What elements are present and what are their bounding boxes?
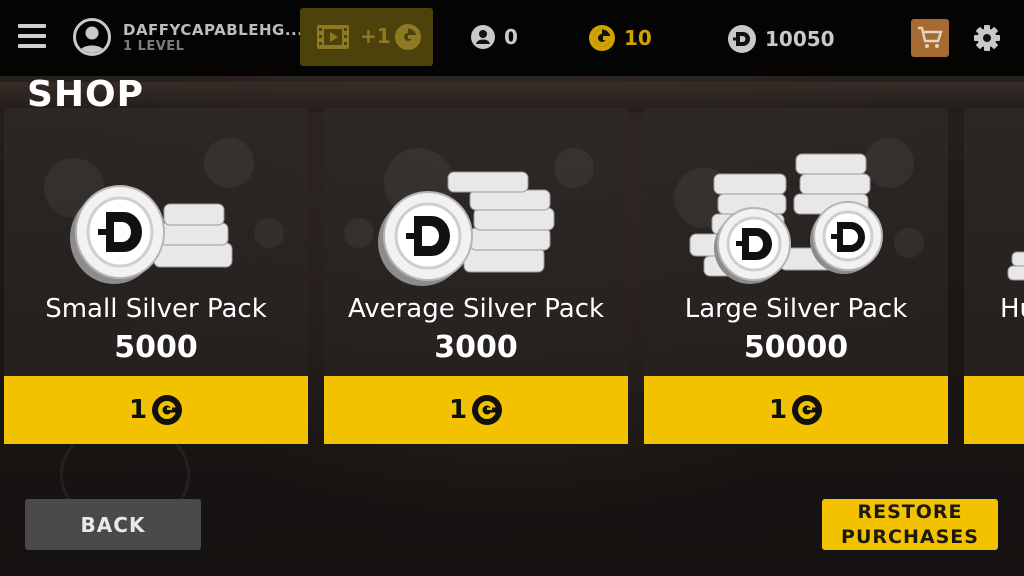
- pack-name: Small Silver Pack: [45, 294, 267, 324]
- pack-card-panel: [964, 108, 1024, 376]
- buy-button[interactable]: [964, 376, 1024, 444]
- pack-name: Hu: [1000, 294, 1024, 324]
- film-icon: [317, 25, 349, 49]
- pack-card-huge[interactable]: Hu: [964, 108, 1024, 444]
- silver-coins-small-icon: [70, 185, 233, 284]
- pack-card-small[interactable]: Small Silver Pack 5000 1: [4, 108, 308, 444]
- silver-coin-icon: [728, 25, 756, 53]
- pack-amount: 50000: [743, 330, 849, 365]
- video-reward-amount: +1: [360, 24, 391, 48]
- pack-amount: 5000: [114, 330, 198, 365]
- buy-button[interactable]: 1: [324, 376, 628, 444]
- gold-coin-icon: [472, 395, 503, 425]
- silver-coins-large-icon: [689, 153, 883, 284]
- silver-coins-huge-icon: [1007, 251, 1024, 281]
- price-value: 1: [128, 395, 148, 425]
- cart-button[interactable]: [911, 19, 949, 57]
- restore-label-line1: RESTORE: [857, 501, 963, 523]
- tokens-count: 0: [504, 25, 518, 49]
- player-level: 1 LEVEL: [123, 39, 185, 54]
- price-value: 1: [768, 395, 788, 425]
- buy-button[interactable]: 1: [644, 376, 948, 444]
- menu-icon[interactable]: [18, 24, 46, 48]
- gear-icon[interactable]: [972, 23, 1002, 53]
- restore-purchases-button[interactable]: RESTORE PURCHASES: [822, 499, 998, 550]
- pack-name: Average Silver Pack: [347, 294, 605, 324]
- gold-coin-icon: [589, 25, 615, 51]
- pack-card-average[interactable]: Average Silver Pack 3000 1: [324, 108, 628, 444]
- gold-coin-icon: [152, 395, 183, 425]
- pack-card-large[interactable]: Large Silver Pack 50000 1: [644, 108, 948, 444]
- cart-icon: [918, 26, 943, 48]
- gold-counter: 10: [588, 24, 652, 52]
- back-button[interactable]: BACK: [25, 499, 201, 550]
- pack-amount: 3000: [434, 330, 518, 365]
- watch-video-button[interactable]: +1: [300, 8, 433, 66]
- avatar-icon[interactable]: [73, 18, 111, 56]
- silver-coins-average-icon: [378, 171, 555, 286]
- token-icon: [471, 25, 495, 49]
- silver-counter: 10050: [727, 24, 835, 54]
- restore-label-line2: PURCHASES: [841, 526, 979, 548]
- pack-name: Large Silver Pack: [684, 294, 908, 324]
- gold-coin-icon: [792, 395, 823, 425]
- tokens-counter: 0: [470, 24, 518, 50]
- buy-button[interactable]: 1: [4, 376, 308, 444]
- top-bar: DAFFYCAPABLEHG... 1 LEVEL +1 0 10 10050: [0, 0, 1024, 76]
- price-value: 1: [448, 395, 468, 425]
- player-name[interactable]: DAFFYCAPABLEHG...: [123, 21, 303, 39]
- gold-coin-icon: [395, 24, 421, 50]
- gold-count: 10: [624, 26, 652, 50]
- silver-count: 10050: [765, 27, 835, 51]
